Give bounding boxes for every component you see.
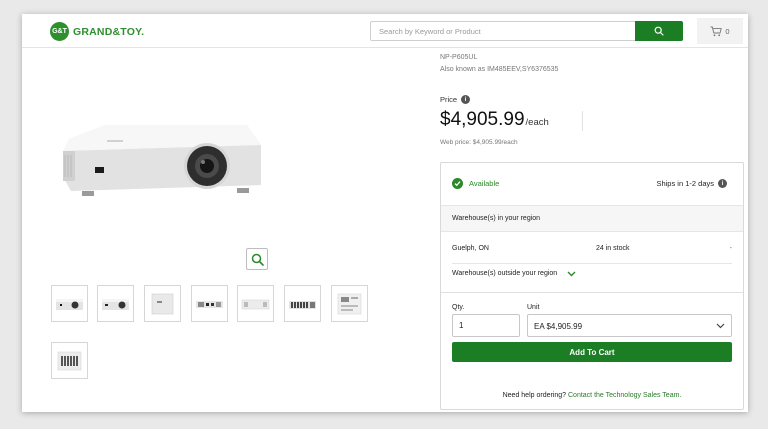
cart-button[interactable]: 0: [697, 18, 743, 44]
page-frame: G&T GRAND&TOY. 0: [22, 14, 748, 412]
zoom-icon: [251, 253, 264, 266]
info-icon[interactable]: i: [461, 95, 471, 104]
availability-status: Available: [452, 178, 499, 189]
help-text: Need help ordering? Contact the Technolo…: [441, 392, 743, 399]
chevron-down-icon: [716, 323, 725, 329]
region-heading-text: Warehouse(s) in your region: [452, 215, 541, 222]
price-label-text: Price: [440, 95, 458, 104]
product-main-image: [63, 125, 261, 196]
web-price: Web price: $4,905.99/each: [440, 139, 518, 146]
contact-sales-link[interactable]: Contact the Technology Sales Team.: [568, 392, 681, 399]
logo-text: GRAND&TOY.: [73, 25, 145, 38]
purchase-card: Available Ships in 1-2 days i Warehouse(…: [440, 162, 744, 410]
unit-label: Unit: [527, 304, 540, 311]
warehouse-stock: 24 in stock: [596, 245, 630, 252]
outside-region-toggle[interactable]: Warehouse(s) outside your region: [452, 270, 576, 277]
thumbnail[interactable]: [191, 285, 228, 322]
thumbnail[interactable]: [284, 285, 321, 322]
region-heading: Warehouse(s) in your region: [441, 205, 743, 232]
unit-select[interactable]: EA $4,905.99: [527, 314, 732, 337]
divider: [452, 263, 732, 264]
warehouse-extra: -: [729, 245, 732, 252]
product-price: $4,905.99: [440, 109, 525, 130]
price-label: Price i: [440, 95, 471, 104]
cart-count: 0: [725, 26, 730, 36]
thumbnail[interactable]: [97, 285, 134, 322]
thumbnail[interactable]: [51, 342, 88, 379]
product-sku: NP-P605UL: [440, 54, 478, 61]
thumbnail[interactable]: [331, 285, 368, 322]
logo-badge: G&T: [50, 22, 69, 41]
chevron-down-icon: [567, 271, 576, 276]
unit-select-value: EA $4,905.99: [534, 322, 583, 331]
divider: [582, 111, 583, 131]
site-header: G&T GRAND&TOY. 0: [22, 14, 748, 48]
product-aliases: Also known as IM485EEV,SY6376535: [440, 66, 559, 73]
help-prefix: Need help ordering?: [502, 392, 567, 399]
price-row: $4,905.99 /each: [440, 109, 549, 131]
info-icon[interactable]: i: [718, 179, 727, 188]
search-icon: [654, 26, 664, 36]
outside-region-label: Warehouse(s) outside your region: [452, 270, 558, 277]
thumbnail[interactable]: [51, 285, 88, 322]
divider: [441, 292, 743, 293]
price-unit: /each: [525, 117, 549, 128]
shipping-text: Ships in 1-2 days: [656, 179, 714, 188]
search-bar: [370, 21, 683, 41]
shipping-info: Ships in 1-2 days i: [656, 179, 727, 188]
thumbnail[interactable]: [144, 285, 181, 322]
availability-text: Available: [469, 179, 500, 188]
add-to-cart-button[interactable]: Add To Cart: [452, 342, 732, 362]
cart-icon: [710, 26, 723, 36]
thumbnail[interactable]: [237, 285, 274, 322]
search-button[interactable]: [635, 21, 683, 41]
zoom-button[interactable]: [246, 248, 268, 270]
brand-logo[interactable]: G&T GRAND&TOY.: [50, 22, 144, 41]
check-icon: [452, 178, 463, 189]
quantity-input[interactable]: [452, 314, 520, 337]
warehouse-city: Guelph, ON: [452, 245, 489, 252]
qty-label: Qty.: [452, 304, 465, 311]
search-input[interactable]: [371, 22, 635, 40]
